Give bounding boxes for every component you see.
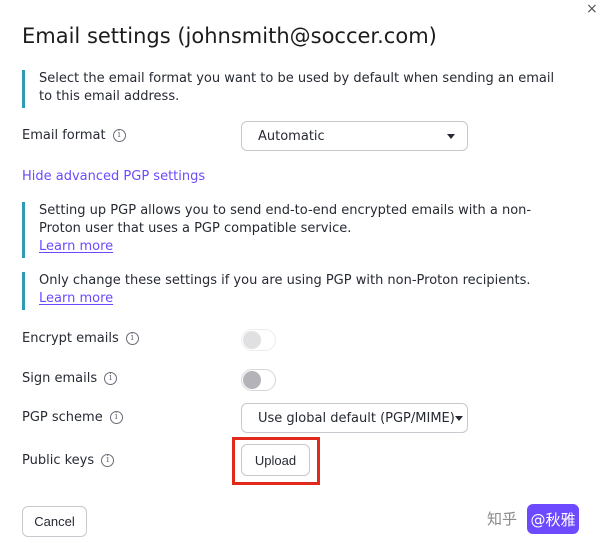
intro-info-box: Select the email format you want to be u…	[22, 70, 562, 108]
email-format-label-text: Email format	[22, 128, 106, 143]
info-icon[interactable]: i	[112, 129, 126, 142]
learn-more-link[interactable]: Learn more	[39, 238, 113, 256]
hide-advanced-pgp-link[interactable]: Hide advanced PGP settings	[22, 169, 205, 184]
info-icon[interactable]: i	[101, 454, 115, 467]
toggle-knob	[243, 371, 261, 389]
pgp-scheme-label-text: PGP scheme	[22, 410, 103, 425]
email-format-value: Automatic	[258, 128, 325, 144]
caret-down-icon	[454, 415, 463, 421]
email-format-select[interactable]: Automatic	[241, 121, 468, 151]
encrypt-emails-label: Encrypt emails i	[22, 331, 139, 346]
cancel-button[interactable]: Cancel	[22, 506, 87, 537]
close-icon[interactable]: ×	[586, 2, 598, 16]
watermark-user-badge: @秋雅	[527, 504, 579, 534]
learn-more-link[interactable]: Learn more	[39, 290, 113, 308]
change-info-text: Only change these settings if you are us…	[39, 273, 531, 288]
sign-emails-label-text: Sign emails	[22, 371, 98, 386]
caret-down-icon	[447, 133, 455, 139]
pgp-info-box: Setting up PGP allows you to send end-to…	[22, 202, 562, 258]
pgp-scheme-value: Use global default (PGP/MIME)	[258, 410, 455, 426]
encrypt-emails-toggle[interactable]	[241, 329, 276, 351]
intro-info-text: Select the email format you want to be u…	[39, 71, 555, 104]
info-icon[interactable]: i	[109, 411, 123, 424]
upload-button[interactable]: Upload	[241, 444, 310, 476]
encrypt-emails-label-text: Encrypt emails	[22, 331, 119, 346]
public-keys-label: Public keys i	[22, 453, 115, 468]
sign-emails-label: Sign emails i	[22, 371, 118, 386]
pgp-info-text: Setting up PGP allows you to send end-to…	[39, 203, 532, 236]
dialog-title: Email settings (johnsmith@soccer.com)	[22, 24, 437, 48]
sign-emails-toggle[interactable]	[241, 369, 276, 391]
change-info-box: Only change these settings if you are us…	[22, 272, 562, 310]
pgp-scheme-select[interactable]: Use global default (PGP/MIME)	[241, 403, 468, 433]
watermark-site: 知乎	[487, 510, 518, 528]
public-keys-label-text: Public keys	[22, 453, 95, 468]
info-icon[interactable]: i	[125, 332, 139, 345]
pgp-scheme-label: PGP scheme i	[22, 410, 123, 425]
info-icon[interactable]: i	[104, 372, 118, 385]
toggle-knob	[243, 331, 261, 349]
email-format-label: Email format i	[22, 128, 126, 143]
